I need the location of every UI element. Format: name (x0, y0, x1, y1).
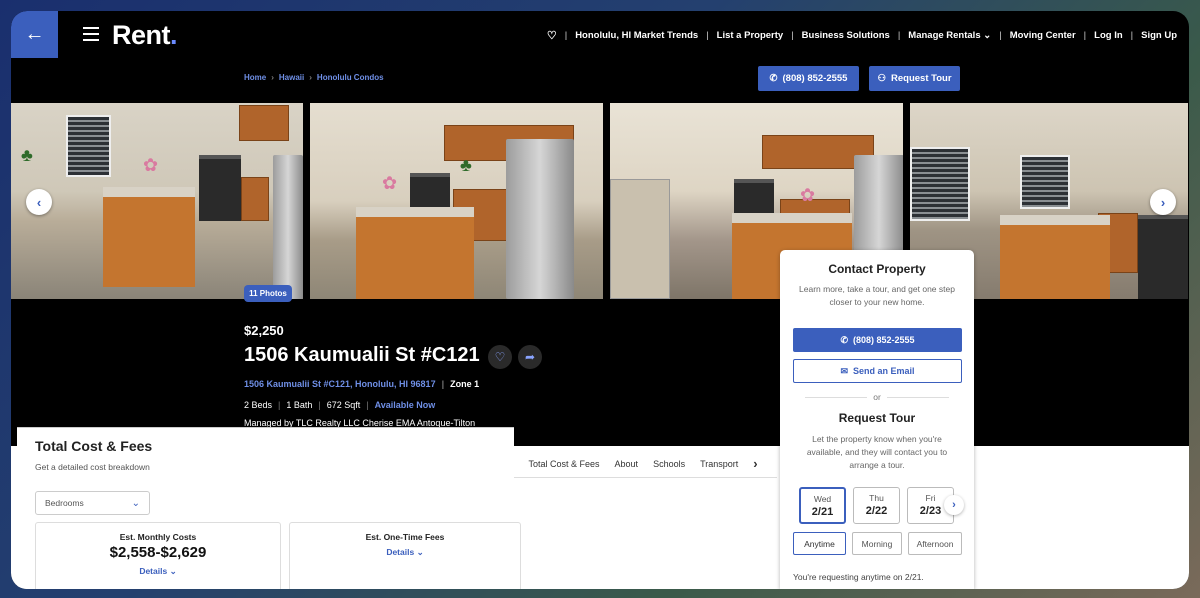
chevron-left-icon: ‹ (36, 194, 42, 210)
tab-total-cost[interactable]: Total Cost & Fees (529, 459, 600, 469)
back-arrow-icon: ← (24, 23, 45, 45)
sqft-value: 672 Sqft (326, 400, 361, 410)
listing-specs: 2 Beds | 1 Bath | 672 Sqft | Available N… (244, 400, 436, 410)
bedrooms-select[interactable]: Bedrooms ⌄ (35, 491, 150, 515)
chevron-right-icon: › (952, 499, 956, 511)
phone-icon: ✆ (840, 334, 848, 345)
request-tour-button[interactable]: ⚇ Request Tour (869, 66, 960, 91)
time-option-morning[interactable]: Morning (852, 532, 902, 555)
gallery-photo[interactable]: ✿ ♣ (11, 103, 303, 299)
time-option-afternoon[interactable]: Afternoon (908, 532, 962, 555)
tab-schools[interactable]: Schools (653, 459, 685, 469)
share-icon: ➦ (524, 350, 536, 364)
request-tour-title: Request Tour (838, 411, 916, 425)
onetime-fees-card: Est. One-Time Fees Details ⌄ (289, 522, 521, 589)
zone-label: Zone 1 (450, 379, 480, 389)
or-divider: or (780, 392, 974, 402)
back-button[interactable]: ← (11, 11, 58, 58)
favorites-heart-icon[interactable]: ♡ (547, 29, 557, 42)
email-icon: ✉ (840, 365, 848, 376)
chevron-down-icon: ⌄ (169, 566, 177, 576)
nav-list-property[interactable]: List a Property (717, 30, 784, 41)
cost-title: Total Cost & Fees (35, 438, 153, 454)
availability-status: Available Now (374, 400, 436, 410)
photo-count-badge[interactable]: 11 Photos (244, 285, 292, 302)
person-icon: ⚇ (877, 73, 886, 84)
date-option[interactable]: Wed 2/21 (799, 487, 846, 524)
monthly-costs-card: Est. Monthly Costs $2,558-$2,629 Details… (35, 522, 281, 589)
monthly-details-link[interactable]: Details ⌄ (36, 566, 280, 577)
breadcrumb: Home › Hawaii › Honolulu Condos (244, 73, 384, 82)
onetime-details-link[interactable]: Details ⌄ (290, 547, 520, 558)
gallery-prev-button[interactable]: ‹ (26, 189, 52, 215)
gallery-next-button[interactable]: › (1150, 189, 1176, 215)
phone-icon: ✆ (769, 73, 778, 84)
listing-price: $2,250 (244, 323, 284, 338)
beds-value: 2 Beds (244, 400, 273, 410)
full-address-link[interactable]: 1506 Kaumualii St #C121, Honolulu, HI 96… (244, 379, 436, 389)
photo-gallery: ✿ ♣ ✿ ♣ ✿ (11, 103, 1189, 299)
breadcrumb-hawaii[interactable]: Hawaii (279, 73, 304, 82)
cost-fees-panel: Total Cost & Fees Get a detailed cost br… (17, 427, 521, 589)
chevron-right-icon: › (1160, 194, 1166, 210)
chevron-down-icon: ⌄ (983, 30, 992, 41)
browser-frame: ← Rent. ♡ | Honolulu, HI Market Trends |… (11, 11, 1189, 589)
favorite-button[interactable]: ♡ (488, 345, 512, 369)
monthly-costs-value: $2,558-$2,629 (109, 544, 207, 561)
cost-subtitle: Get a detailed cost breakdown (35, 462, 150, 472)
chevron-down-icon: ⌄ (416, 547, 424, 557)
chevron-right-icon: › (309, 73, 312, 82)
tabs-divider (509, 477, 777, 478)
contact-property-panel: Contact Property Learn more, take a tour… (780, 250, 974, 589)
request-tour-subtitle: Let the property know when you're availa… (806, 434, 948, 470)
nav-sign-up[interactable]: Sign Up (1141, 30, 1177, 41)
contact-title: Contact Property (828, 262, 926, 276)
requesting-summary: You're requesting anytime on 2/21. (793, 572, 924, 582)
send-email-button[interactable]: ✉ Send an Email (793, 359, 962, 383)
time-option-anytime[interactable]: Anytime (793, 532, 846, 555)
nav-business-solutions[interactable]: Business Solutions (802, 30, 890, 41)
chevron-right-icon: › (271, 73, 274, 82)
nav-market-trends[interactable]: Honolulu, HI Market Trends (575, 30, 698, 41)
contact-phone-button[interactable]: ✆ (808) 852-2555 (793, 328, 962, 352)
menu-icon[interactable] (83, 27, 99, 41)
onetime-fees-label: Est. One-Time Fees (365, 532, 445, 542)
gallery-photo[interactable]: ✿ ♣ (310, 103, 603, 299)
date-option[interactable]: Thu 2/22 (853, 487, 900, 524)
tabs-next-chevron-icon[interactable]: › (753, 456, 757, 471)
nav-moving-center[interactable]: Moving Center (1010, 30, 1076, 41)
baths-value: 1 Bath (286, 400, 313, 410)
contact-subtitle: Learn more, take a tour, and get one ste… (799, 284, 955, 307)
heart-icon: ♡ (494, 350, 506, 364)
rent-logo[interactable]: Rent. (112, 20, 178, 51)
section-tabs: s Total Cost & Fees About Schools Transp… (509, 456, 758, 471)
share-button[interactable]: ➦ (518, 345, 542, 369)
address-line: 1506 Kaumualii St #C121, Honolulu, HI 96… (244, 379, 480, 389)
breadcrumb-honolulu-condos[interactable]: Honolulu Condos (317, 73, 384, 82)
listing-title: 1506 Kaumualii St #C121 (244, 344, 480, 366)
breadcrumb-home[interactable]: Home (244, 73, 266, 82)
dates-next-button[interactable]: › (944, 495, 964, 515)
tab-transportation[interactable]: Transport (700, 459, 738, 469)
nav-manage-rentals[interactable]: Manage Rentals ⌄ (908, 30, 991, 41)
top-nav: ♡ | Honolulu, HI Market Trends | List a … (546, 29, 1177, 42)
call-phone-button[interactable]: ✆ (808) 852-2555 (758, 66, 859, 91)
chevron-down-icon: ⌄ (131, 497, 140, 509)
nav-log-in[interactable]: Log In (1094, 30, 1123, 41)
monthly-costs-label: Est. Monthly Costs (119, 532, 197, 542)
tab-about[interactable]: About (615, 459, 639, 469)
